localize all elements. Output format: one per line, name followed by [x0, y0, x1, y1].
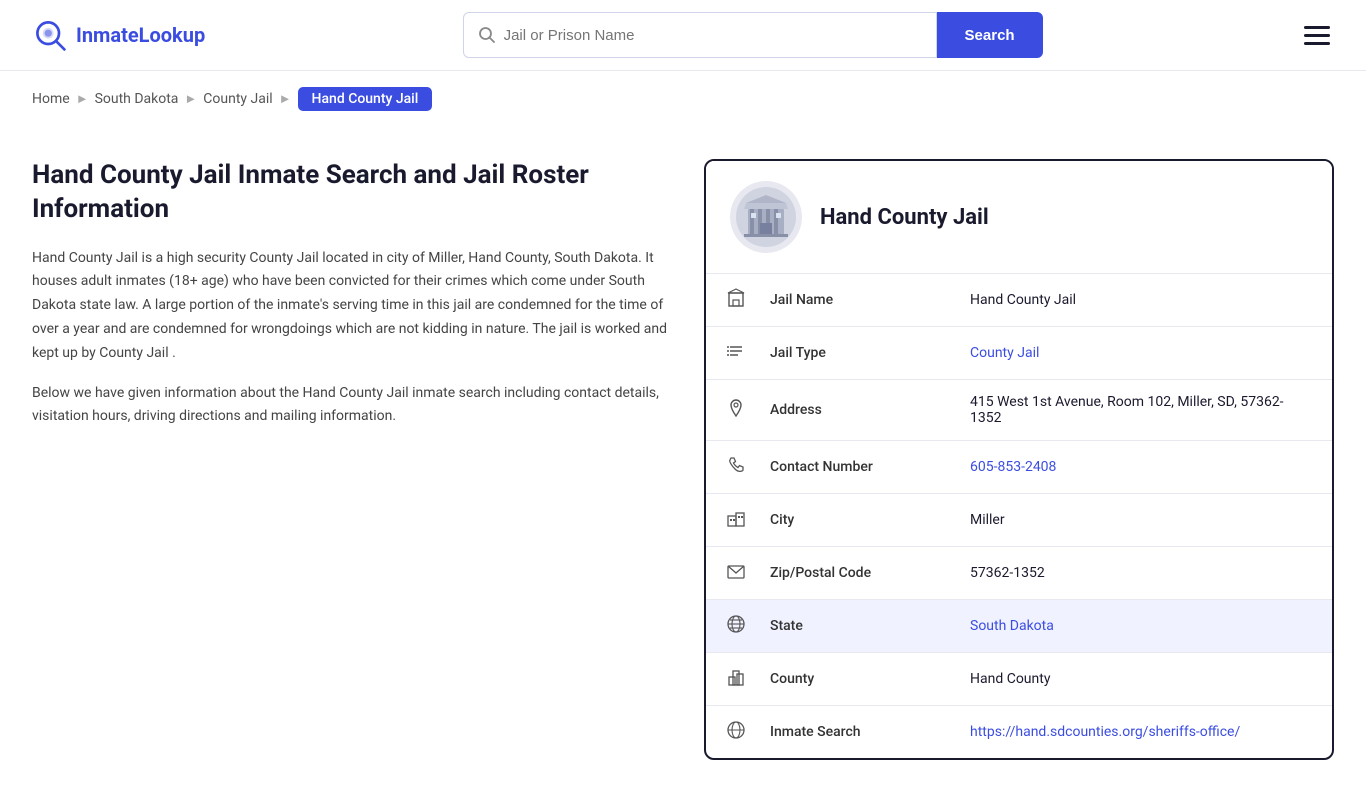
table-row: CountyHand County	[706, 653, 1332, 706]
mail-icon	[706, 547, 750, 600]
table-row: Contact Number 605-853-2408	[706, 441, 1332, 494]
left-column: Hand County Jail Inmate Search and Jail …	[32, 159, 672, 445]
card-header: Hand County Jail	[706, 161, 1332, 274]
table-label: Jail Name	[750, 274, 950, 327]
building-icon	[706, 274, 750, 327]
breadcrumb-sep-1: ►	[76, 91, 89, 107]
breadcrumb-type[interactable]: County Jail	[203, 91, 272, 107]
search-area: Search	[463, 12, 1043, 58]
header: InmateLookup Search	[0, 0, 1366, 71]
table-value[interactable]: https://hand.sdcounties.org/sheriffs-off…	[950, 706, 1332, 759]
table-label: Contact Number	[750, 441, 950, 494]
jail-avatar	[730, 181, 802, 253]
phone-icon	[706, 441, 750, 494]
city-icon	[706, 494, 750, 547]
breadcrumb-current: Hand County Jail	[298, 87, 433, 111]
search-button[interactable]: Search	[937, 12, 1043, 58]
pin-icon	[706, 380, 750, 441]
table-row: Inmate Search https://hand.sdcounties.org…	[706, 706, 1332, 759]
county-icon	[706, 653, 750, 706]
list-icon	[706, 327, 750, 380]
table-row: Zip/Postal Code57362-1352	[706, 547, 1332, 600]
breadcrumb-state[interactable]: South Dakota	[95, 91, 179, 107]
breadcrumb-home[interactable]: Home	[32, 91, 70, 107]
info-card: Hand County Jail Jail NameHand County Ja…	[704, 159, 1334, 760]
table-label: Zip/Postal Code	[750, 547, 950, 600]
table-label: Inmate Search	[750, 706, 950, 759]
hamburger-menu[interactable]	[1300, 22, 1334, 49]
info-table: Jail NameHand County JailJail Type County…	[706, 274, 1332, 758]
logo-text: InmateLookup	[76, 23, 205, 47]
table-value[interactable]: South Dakota	[950, 600, 1332, 653]
table-value: Hand County	[950, 653, 1332, 706]
table-label: City	[750, 494, 950, 547]
table-value: 57362-1352	[950, 547, 1332, 600]
globe-icon	[706, 600, 750, 653]
table-row: Jail NameHand County Jail	[706, 274, 1332, 327]
search-icon	[478, 26, 496, 44]
search-input-wrap	[463, 12, 937, 58]
breadcrumb: Home ► South Dakota ► County Jail ► Hand…	[0, 71, 1366, 127]
table-label: County	[750, 653, 950, 706]
table-value: 415 West 1st Avenue, Room 102, Miller, S…	[950, 380, 1332, 441]
description-2: Below we have given information about th…	[32, 382, 672, 430]
table-value[interactable]: 605-853-2408	[950, 441, 1332, 494]
table-label: Jail Type	[750, 327, 950, 380]
right-column: Hand County Jail Jail NameHand County Ja…	[704, 159, 1334, 760]
search-input[interactable]	[504, 27, 922, 44]
table-value-link[interactable]: https://hand.sdcounties.org/sheriffs-off…	[970, 724, 1240, 740]
table-value-link[interactable]: County Jail	[970, 345, 1039, 361]
table-row: CityMiller	[706, 494, 1332, 547]
table-label: Address	[750, 380, 950, 441]
table-value-link[interactable]: South Dakota	[970, 618, 1054, 634]
table-row: State South Dakota	[706, 600, 1332, 653]
page-title: Hand County Jail Inmate Search and Jail …	[32, 159, 672, 227]
table-label: State	[750, 600, 950, 653]
table-value: Hand County Jail	[950, 274, 1332, 327]
logo-icon	[32, 17, 68, 53]
table-row: Address415 West 1st Avenue, Room 102, Mi…	[706, 380, 1332, 441]
main-content: Hand County Jail Inmate Search and Jail …	[0, 127, 1366, 800]
table-row: Jail Type County Jail	[706, 327, 1332, 380]
globe2-icon	[706, 706, 750, 759]
breadcrumb-sep-2: ►	[184, 91, 197, 107]
card-jail-name: Hand County Jail	[820, 205, 989, 230]
table-value: Miller	[950, 494, 1332, 547]
table-value-link[interactable]: 605-853-2408	[970, 459, 1056, 475]
breadcrumb-sep-3: ►	[279, 91, 292, 107]
description-1: Hand County Jail is a high security Coun…	[32, 247, 672, 366]
logo[interactable]: InmateLookup	[32, 17, 205, 53]
table-value[interactable]: County Jail	[950, 327, 1332, 380]
jail-building-icon	[736, 187, 796, 247]
